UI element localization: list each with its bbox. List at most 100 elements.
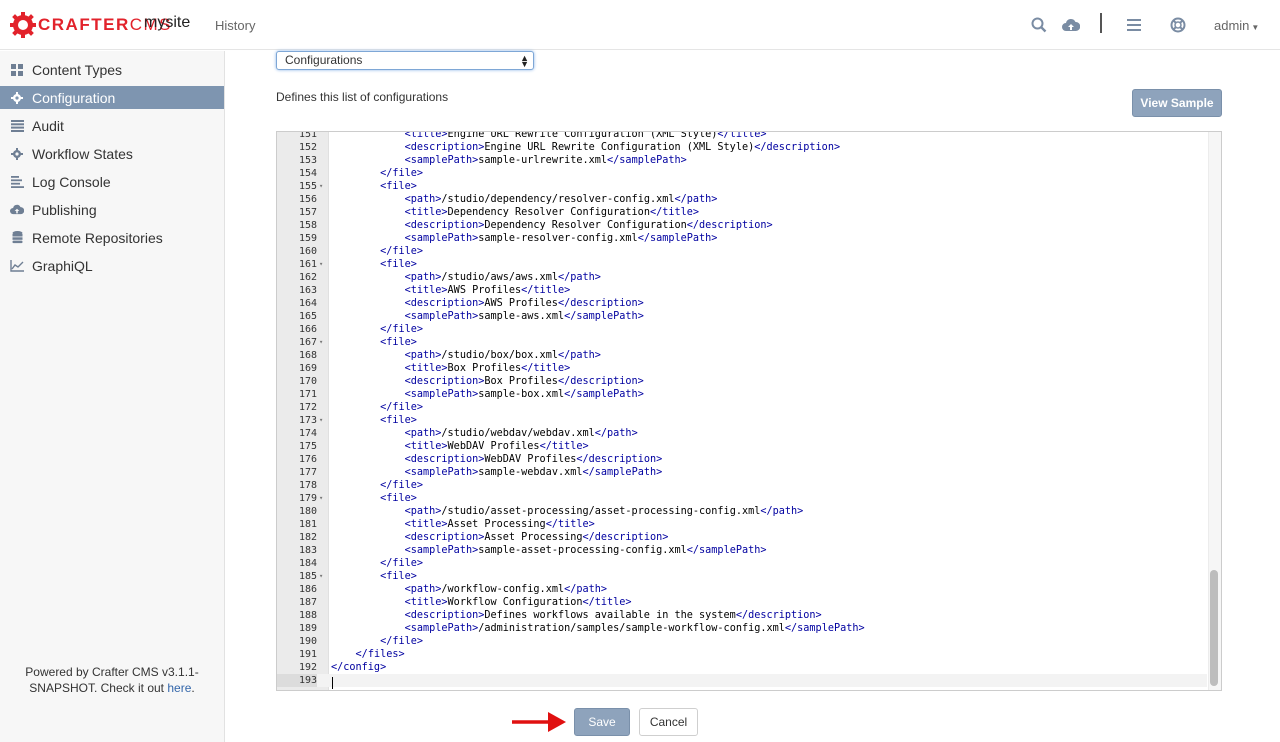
fold-caret-icon[interactable]: ▾ bbox=[319, 414, 327, 427]
code-line: 192 </config> bbox=[277, 661, 1207, 674]
line-code: <title>Box Profiles</title> bbox=[404, 363, 571, 374]
line-number: 186 bbox=[298, 584, 317, 595]
sidebar-item-audit[interactable]: Audit bbox=[0, 114, 224, 137]
code-line: 171 <samplePath>sample-box.xml</samplePa… bbox=[277, 388, 1207, 401]
line-number: 189 bbox=[298, 623, 317, 634]
sidebar-item-content-types[interactable]: Content Types bbox=[0, 58, 224, 81]
line-code: <title>WebDAV Profiles</title> bbox=[404, 441, 589, 452]
line-code: <samplePath>sample-asset-processing-conf… bbox=[404, 545, 767, 556]
line-number: 169 bbox=[298, 363, 317, 374]
caret-down-icon: ▼ bbox=[1251, 23, 1260, 32]
code-line: 174 <path>/studio/webdav/webdav.xml</pat… bbox=[277, 427, 1207, 440]
line-code: <file> bbox=[380, 337, 417, 348]
code-line: 190 </file> bbox=[277, 635, 1207, 648]
user-name: admin bbox=[1214, 18, 1250, 33]
line-number: 193 bbox=[277, 674, 317, 687]
line-code: <description>Defines workflows available… bbox=[404, 610, 822, 621]
sidebar-item-publishing[interactable]: Publishing bbox=[0, 198, 224, 221]
sidebar-item-label: Remote Repositories bbox=[32, 229, 163, 246]
line-number: 152 bbox=[298, 142, 317, 153]
editor-scrollbar[interactable] bbox=[1208, 132, 1221, 690]
code-line: 189 <samplePath>/administration/samples/… bbox=[277, 622, 1207, 635]
line-number: 155 bbox=[298, 181, 317, 192]
line-number: 151 bbox=[298, 131, 317, 140]
line-code: </file> bbox=[380, 636, 424, 647]
fold-caret-icon[interactable]: ▾ bbox=[319, 492, 327, 505]
sidebar-item-label: Content Types bbox=[32, 61, 123, 78]
sidebar-item-label: Publishing bbox=[32, 201, 97, 218]
sidebar-item-graphiql[interactable]: GraphiQL bbox=[0, 254, 224, 277]
fold-caret-icon[interactable]: ▾ bbox=[319, 570, 327, 583]
code-line: 177 <samplePath>sample-webdav.xml</sampl… bbox=[277, 466, 1207, 479]
line-code: </file> bbox=[380, 246, 424, 257]
sidebar-item-label: Audit bbox=[32, 117, 64, 134]
line-number: 158 bbox=[298, 220, 317, 231]
sidebar-item-log-console[interactable]: Log Console bbox=[0, 170, 224, 193]
sidebar-item-remote-repositories[interactable]: Remote Repositories bbox=[0, 226, 224, 249]
fold-caret-icon[interactable]: ▾ bbox=[319, 336, 327, 349]
line-number: 190 bbox=[298, 636, 317, 647]
grid-icon bbox=[10, 63, 24, 77]
code-line: 180 <path>/studio/asset-processing/asset… bbox=[277, 505, 1207, 518]
cancel-button[interactable]: Cancel bbox=[639, 708, 698, 736]
code-line: 172 </file> bbox=[277, 401, 1207, 414]
code-line: 163 <title>AWS Profiles</title> bbox=[277, 284, 1207, 297]
code-line: 153 <samplePath>sample-urlrewrite.xml</s… bbox=[277, 154, 1207, 167]
line-number: 165 bbox=[298, 311, 317, 322]
line-number: 166 bbox=[298, 324, 317, 335]
line-number: 192 bbox=[298, 662, 317, 673]
line-number: 153 bbox=[298, 155, 317, 166]
sidebar-item-workflow-states[interactable]: Workflow States bbox=[0, 142, 224, 165]
line-number: 178 bbox=[298, 480, 317, 491]
line-number: 182 bbox=[298, 532, 317, 543]
code-line: 155 ▾ <file> bbox=[277, 180, 1207, 193]
line-code: </file> bbox=[380, 558, 424, 569]
main-content: Configurations ▲ ▼ Defines this list of … bbox=[225, 51, 1275, 742]
line-chart-icon bbox=[10, 259, 24, 273]
line-code: <description>Asset Processing</descripti… bbox=[404, 532, 669, 543]
fold-caret-icon[interactable]: ▾ bbox=[319, 180, 327, 193]
code-line: 167 ▾ <file> bbox=[277, 336, 1207, 349]
menu-icon[interactable] bbox=[1124, 15, 1144, 35]
powered-by-footer: Powered by Crafter CMS v3.1.1-SNAPSHOT. … bbox=[0, 664, 224, 696]
help-lifebuoy-icon[interactable] bbox=[1168, 15, 1188, 35]
line-code: <title>Engine URL Rewrite Configuration … bbox=[404, 131, 767, 140]
save-button[interactable]: Save bbox=[574, 708, 630, 736]
code-line: 191 </files> bbox=[277, 648, 1207, 661]
powered-by-link[interactable]: here bbox=[167, 681, 191, 695]
line-number: 175 bbox=[298, 441, 317, 452]
configuration-select[interactable]: Configurations ▲ ▼ bbox=[276, 51, 534, 70]
user-menu[interactable]: admin ▼ bbox=[1214, 18, 1259, 33]
fold-caret-icon[interactable]: ▾ bbox=[319, 258, 327, 271]
search-icon[interactable] bbox=[1029, 15, 1049, 35]
history-link[interactable]: History bbox=[215, 18, 255, 33]
code-line: 176 <description>WebDAV Profiles</descri… bbox=[277, 453, 1207, 466]
line-number: 163 bbox=[298, 285, 317, 296]
cloud-upload-icon[interactable] bbox=[1061, 15, 1081, 35]
line-number: 160 bbox=[298, 246, 317, 257]
code-line: 185 ▾ <file> bbox=[277, 570, 1207, 583]
line-number: 170 bbox=[298, 376, 317, 387]
line-code: </file> bbox=[380, 402, 424, 413]
line-number: 187 bbox=[298, 597, 317, 608]
sidebar-item-configuration[interactable]: Configuration bbox=[0, 86, 224, 109]
view-sample-button[interactable]: View Sample bbox=[1132, 89, 1222, 117]
line-code: <description>Dependency Resolver Configu… bbox=[404, 220, 773, 231]
line-code: </files> bbox=[355, 649, 405, 660]
line-code: <description>WebDAV Profiles</descriptio… bbox=[404, 454, 663, 465]
code-line: 160 </file> bbox=[277, 245, 1207, 258]
line-code: <samplePath>sample-webdav.xml</samplePat… bbox=[404, 467, 663, 478]
line-number: 167 bbox=[298, 337, 317, 348]
sidebar-item-label: Workflow States bbox=[32, 145, 133, 162]
line-code: </config> bbox=[331, 662, 387, 673]
code-editor[interactable]: 151 <title>Engine URL Rewrite Configurat… bbox=[276, 131, 1222, 691]
code-line: 157 <title>Dependency Resolver Configura… bbox=[277, 206, 1207, 219]
code-line: 178 </file> bbox=[277, 479, 1207, 492]
line-number: 180 bbox=[298, 506, 317, 517]
line-number: 176 bbox=[298, 454, 317, 465]
toolbar-divider bbox=[1100, 13, 1102, 33]
configuration-description: Defines this list of configurations bbox=[276, 90, 449, 104]
editor-scrollbar-thumb[interactable] bbox=[1210, 570, 1218, 686]
line-code: <title>AWS Profiles</title> bbox=[404, 285, 571, 296]
site-name[interactable]: mysite bbox=[144, 14, 190, 32]
